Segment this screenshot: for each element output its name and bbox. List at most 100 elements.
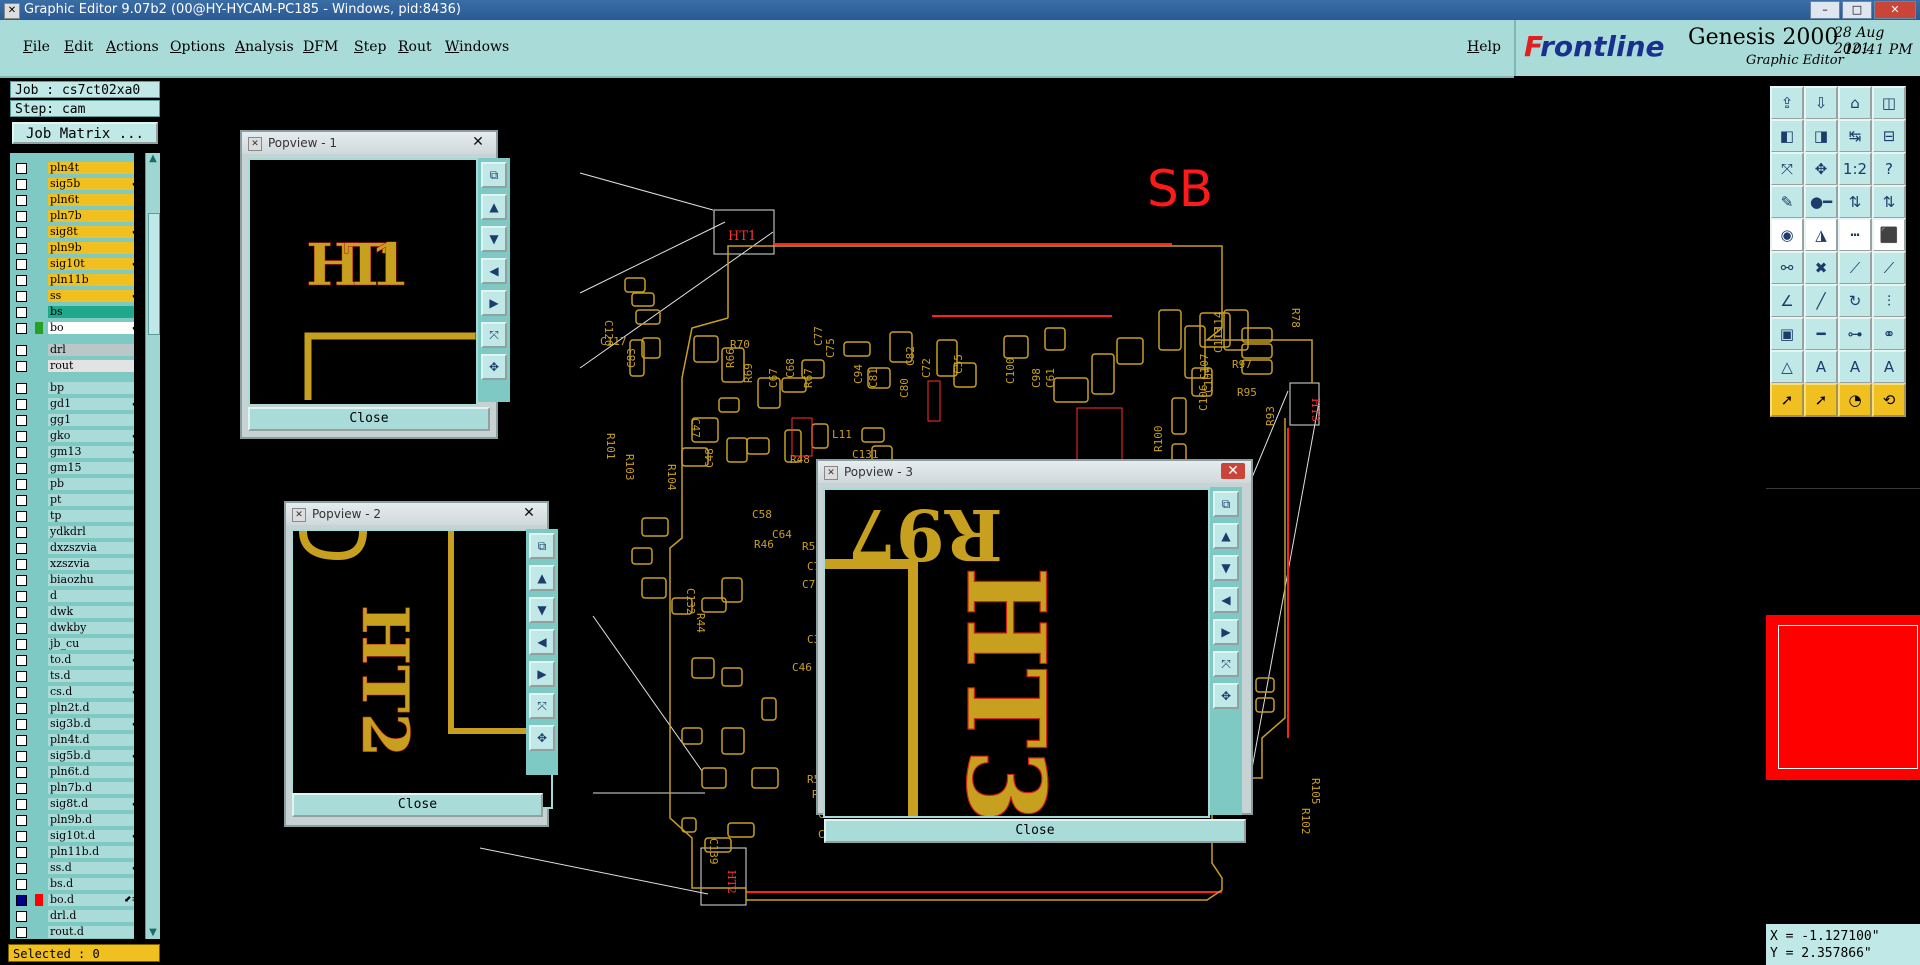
layer-row-pln7b-d[interactable]: pln7b.d [10,781,134,795]
tool-text2-icon[interactable]: A [1838,350,1872,384]
layer-checkbox[interactable] [16,559,27,570]
popview-2-close-icon[interactable]: ✕ [517,505,541,521]
layer-row-ss[interactable]: ss⬋ [10,289,134,303]
layer-name[interactable]: sig10t⬋ [48,258,134,270]
layer-name[interactable]: bs [48,306,134,318]
tool-line-icon[interactable]: ⟋ [1838,251,1872,285]
pan-up-icon[interactable]: ▲ [529,565,555,591]
layer-checkbox[interactable] [16,671,27,682]
layer-name[interactable]: drl [48,344,134,356]
layer-name[interactable]: jb_cu [48,638,134,650]
maximize-button[interactable]: □ [1842,1,1872,19]
tool-help-icon[interactable]: ? [1872,152,1906,186]
menu-dfm[interactable]: DFM [303,39,338,55]
layer-name[interactable]: pln4t.d [48,734,134,746]
zoom-home-icon[interactable]: ⧉ [529,533,555,559]
layer-name[interactable]: rout [48,360,134,372]
tool-home-icon[interactable]: ⌂ [1838,86,1872,120]
pan-left-icon[interactable]: ◀ [529,629,555,655]
tool-ruler-icon[interactable]: ┅ [1838,218,1872,252]
popview-2-header[interactable]: ✕ Popview - 2 [286,503,547,525]
layer-name[interactable]: ydkdrl [48,526,134,538]
tool-snap-icon[interactable]: ⇪ [1770,86,1804,120]
layer-name[interactable]: pln4t [48,162,134,174]
layer-row-pln2t-d[interactable]: pln2t.d [10,701,134,715]
tool-edit-icon[interactable]: ✎ [1770,185,1804,219]
layer-row-ydkdrl[interactable]: ydkdrl [10,525,134,539]
zoom-out-icon[interactable]: ✥ [1213,683,1239,709]
tool-select-icon[interactable]: ◉ [1770,218,1804,252]
layer-checkbox[interactable] [16,361,27,372]
overview-panel[interactable] [1766,488,1920,921]
layer-checkbox[interactable] [16,463,27,474]
tool-load-icon[interactable]: ⇩ [1804,86,1838,120]
layer-checkbox[interactable] [16,799,27,810]
layer-name[interactable]: bs.d [48,878,134,890]
scroll-up-icon[interactable]: ▲ [147,153,159,165]
tool-fill-icon[interactable]: ⬛ [1872,218,1906,252]
layer-name[interactable]: drl.d [48,910,134,922]
layer-checkbox[interactable] [16,751,27,762]
menu-file[interactable]: File [23,39,50,55]
tool-connect-icon[interactable]: ⊶ [1838,317,1872,351]
layer-row-pln11b[interactable]: pln11b [10,273,134,287]
layer-checkbox[interactable] [16,879,27,890]
layer-row-xzszvia[interactable]: xzszvia [10,557,134,571]
layer-checkbox[interactable] [16,767,27,778]
layer-row-dwk[interactable]: dwk [10,605,134,619]
graphics-canvas[interactable]: HT1 HT2 HT3 SB C120 C117 C83 R70 R66 R69 C67 C6… [162,78,1766,965]
layer-name[interactable]: gko⬋ [48,430,134,442]
layer-row-pln6t[interactable]: pln6t [10,193,134,207]
layer-row-ts-d[interactable]: ts.d [10,669,134,683]
layer-name[interactable]: pln2t.d [48,702,134,714]
layer-name[interactable]: sig5b⬋ [48,178,134,190]
layer-row-dwkby[interactable]: dwkby [10,621,134,635]
layer-checkbox[interactable] [16,383,27,394]
tool-pad-icon[interactable]: ●━ [1804,185,1838,219]
layer-row-bs-d[interactable]: bs.d [10,877,134,891]
tool-layers2-icon[interactable]: ⇅ [1872,185,1906,219]
layer-name[interactable]: biaozhu [48,574,134,586]
layer-row-sig10t-d[interactable]: sig10t.d⬋ [10,829,134,843]
layer-name[interactable]: gd1⬋ [48,398,134,410]
layer-name[interactable]: ss⬋ [48,290,134,302]
layer-checkbox[interactable] [16,179,27,190]
tool-pan-icon[interactable]: ✥ [1804,152,1838,186]
layer-name[interactable]: sig5b.d⬋ [48,750,134,762]
layer-row-tp[interactable]: tp [10,509,134,523]
layer-name[interactable]: pln7b [48,210,134,222]
scroll-thumb[interactable] [148,213,160,335]
popview-3-close-button[interactable]: Close [824,819,1246,843]
layer-checkbox[interactable] [16,345,27,356]
layer-row-bo-d[interactable]: bo.d⬋≡ [10,893,134,907]
close-window-button[interactable]: ✕ [1874,1,1916,19]
layer-checkbox[interactable] [16,307,27,318]
menu-edit[interactable]: Edit [64,39,93,55]
menu-help[interactable]: Help [1467,39,1501,55]
layer-name[interactable]: pln6t.d [48,766,134,778]
zoom-fit-icon[interactable]: ⤧ [1213,651,1239,677]
layer-row-pln9b-d[interactable]: pln9b.d [10,813,134,827]
layer-checkbox[interactable] [16,511,27,522]
tool-pad-add-icon[interactable]: ▣ [1770,317,1804,351]
layer-checkbox[interactable] [16,815,27,826]
layer-checkbox[interactable] [16,431,27,442]
layer-row-sig5b-d[interactable]: sig5b.d⬋ [10,749,134,763]
layer-row-d[interactable]: d [10,589,134,603]
pan-left-icon[interactable]: ◀ [1213,587,1239,613]
layer-name[interactable]: sig8t.d⬋ [48,798,134,810]
tool-scale-icon[interactable]: 1:2 [1838,152,1872,186]
layer-name[interactable]: ts.d [48,670,134,682]
tool-layers-icon[interactable]: ⇅ [1838,185,1872,219]
tool-split-icon[interactable]: ⊟ [1872,119,1906,153]
layer-checkbox[interactable] [16,291,27,302]
layer-checkbox[interactable] [16,543,27,554]
layer-name[interactable]: pln6t [48,194,134,206]
layer-checkbox[interactable] [16,863,27,874]
tool-pointer2-icon[interactable]: ➚ [1804,383,1838,417]
pan-down-icon[interactable]: ▼ [529,597,555,623]
layer-checkbox[interactable] [16,323,27,334]
layer-checkbox[interactable] [16,575,27,586]
layer-row-pb[interactable]: pb [10,477,134,491]
tool-undo-icon[interactable]: ⟲ [1872,383,1906,417]
